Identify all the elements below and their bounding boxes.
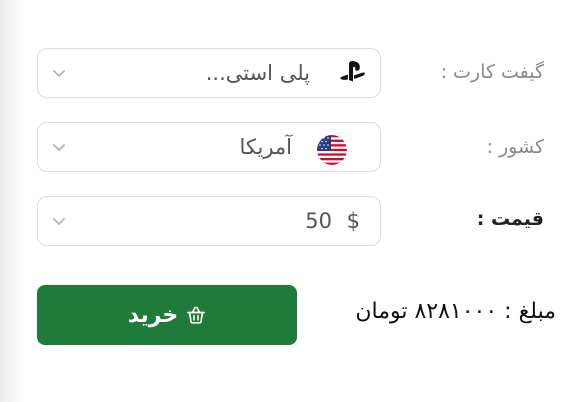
giftcard-value: پلی استی... <box>205 61 310 85</box>
amount-text: مبلغ : ۸۲۸۱۰۰۰ تومان <box>355 299 556 324</box>
giftcard-select[interactable]: پلی استی... <box>37 48 381 98</box>
price-value: 50 <box>305 209 332 233</box>
basket-icon <box>187 306 206 324</box>
playstation-icon <box>340 61 365 82</box>
giftcard-label: گیفت کارت : <box>440 61 544 83</box>
left-edge-shadow <box>0 0 26 402</box>
country-value: آمریکا <box>239 135 292 159</box>
dollar-sign: $ <box>346 209 360 233</box>
chevron-down-icon <box>53 144 65 151</box>
chevron-down-icon <box>53 218 65 225</box>
country-label: کشور : <box>486 136 544 158</box>
us-flag-icon <box>317 135 347 165</box>
chevron-down-icon <box>53 70 65 77</box>
country-select[interactable]: آمریکا <box>37 122 381 172</box>
buy-button[interactable]: خرید <box>37 285 297 345</box>
price-label: قیمت : <box>476 208 544 230</box>
price-select[interactable]: 50 $ <box>37 196 381 246</box>
buy-button-label: خرید <box>127 302 179 328</box>
